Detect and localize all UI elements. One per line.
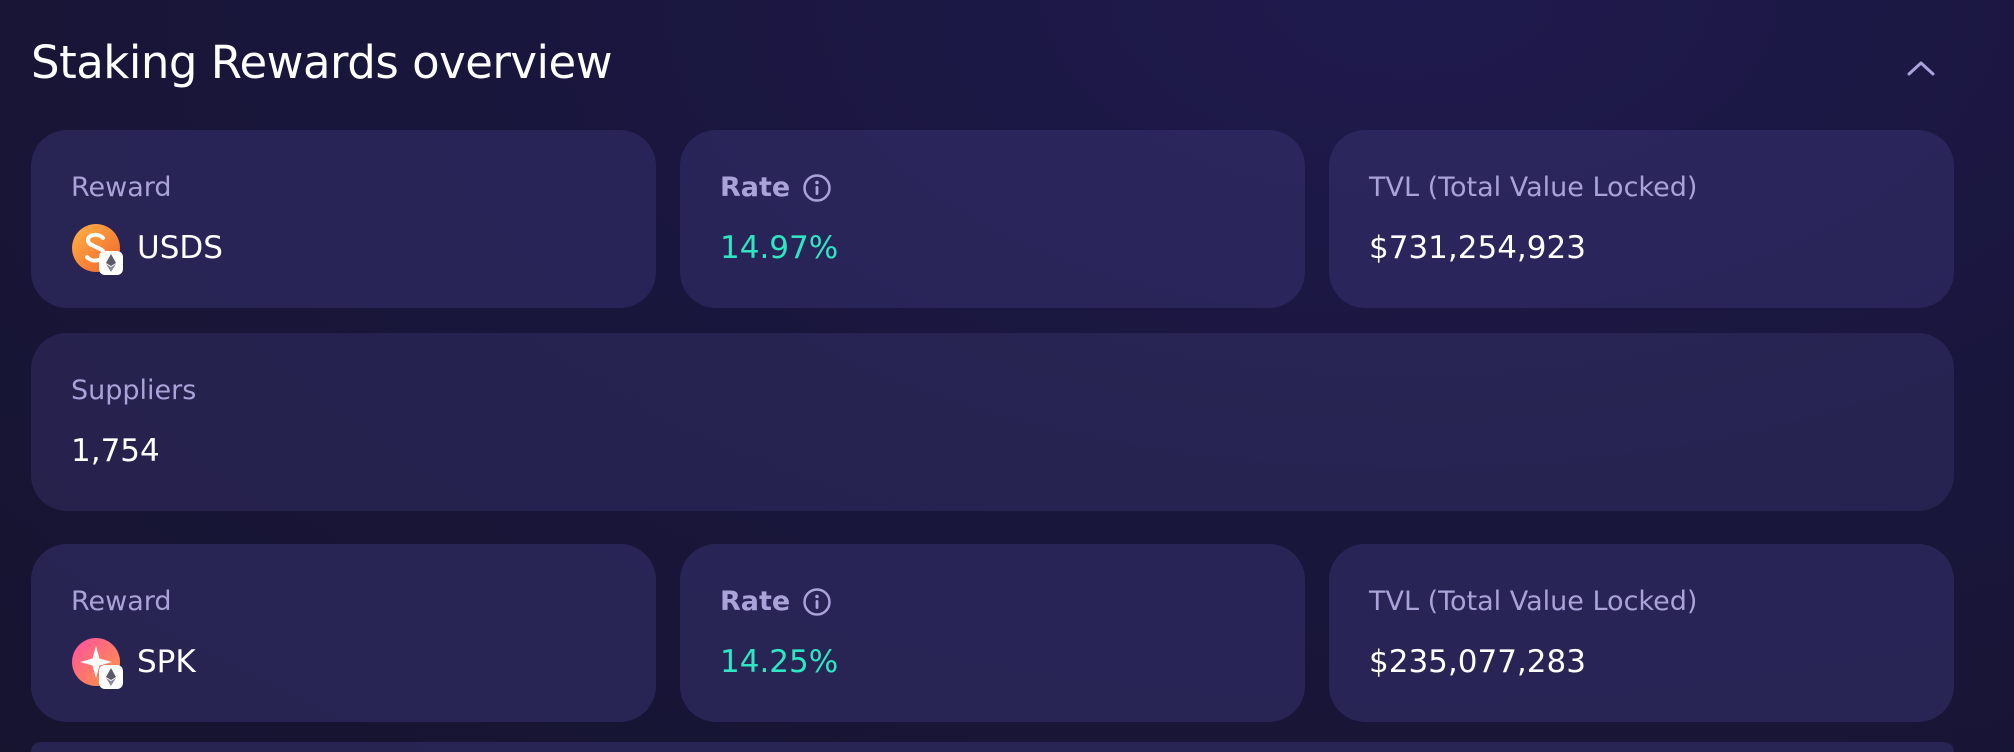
usds-token-icon [71,223,123,275]
tvl-label: TVL (Total Value Locked) [1369,586,1698,617]
chevron-up-icon [1907,61,1935,76]
rate-card-spk: Rate 14.25% [680,544,1305,722]
tvl-label: TVL (Total Value Locked) [1369,172,1698,203]
rate-value: 14.97% [720,230,839,266]
info-icon[interactable] [802,173,832,203]
reward-token: USDS [71,224,656,275]
rate-label-text: Rate [720,586,791,617]
rate-label: Rate [720,170,1305,206]
info-icon[interactable] [802,587,832,617]
reward-token-name: SPK [137,644,196,680]
ethereum-icon [99,251,123,275]
tvl-value: $731,254,923 [1369,230,1586,266]
reward-token-name: USDS [137,230,223,266]
rate-label: Rate [720,584,1305,620]
reward-card-spk: Reward SPK [31,544,656,722]
spk-token-icon [71,637,123,689]
suppliers-value: 1,754 [71,433,160,469]
tvl-value: $235,077,283 [1369,644,1586,680]
reward-label: Reward [71,586,172,617]
page-title: Staking Rewards overview [31,36,613,89]
rate-value: 14.25% [720,644,839,680]
reward-card-usds: Reward USDS [31,130,656,308]
tvl-card-usds: TVL (Total Value Locked) $731,254,923 [1329,130,1954,308]
collapse-button[interactable] [1899,46,1943,90]
reward-label: Reward [71,172,172,203]
ethereum-icon [99,665,123,689]
section-header: Staking Rewards overview [31,28,1951,108]
suppliers-card: Suppliers 1,754 [31,333,1954,511]
tvl-card-spk: TVL (Total Value Locked) $235,077,283 [1329,544,1954,722]
suppliers-label: Suppliers [71,375,197,406]
rate-card-usds: Rate 14.97% [680,130,1305,308]
reward-token: SPK [71,638,656,689]
rate-label-text: Rate [720,172,791,203]
next-row-card [31,742,1954,752]
